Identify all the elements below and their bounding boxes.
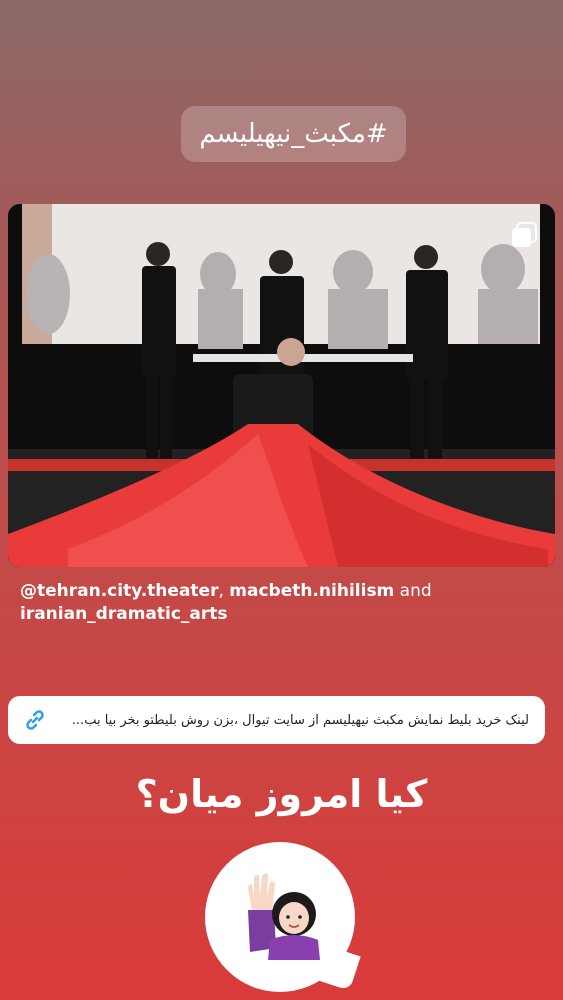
mention-iranian-dramatic-arts[interactable]: iranian_dramatic_arts <box>20 604 228 624</box>
stage-photo-illustration <box>8 204 555 567</box>
link-sticker-text: لینک خرید بلیط نمایش مکبث نیهیلیسم از سا… <box>71 712 529 728</box>
post-photo[interactable] <box>8 204 555 567</box>
mention-separator: , <box>218 581 230 601</box>
hashtag-text: #مکبث_نیهیلیسم <box>199 119 388 149</box>
multiple-posts-icon <box>512 222 537 247</box>
link-icon <box>26 710 44 730</box>
mention-macbeth-nihilism[interactable]: macbeth.nihilism <box>229 581 394 601</box>
hashtag-chip[interactable]: #مکبث_نیهیلیسم <box>181 106 406 162</box>
question-title: کیا امروز میان؟ <box>135 772 428 816</box>
post-mentions: @tehran.city.theater, macbeth.nihilism a… <box>20 580 540 626</box>
raising-hand-woman-emoji <box>248 873 320 960</box>
link-sticker[interactable]: لینک خرید بلیط نمایش مکبث نیهیلیسم از سا… <box>8 696 545 744</box>
mention-tehran-city-theater[interactable]: @tehran.city.theater <box>20 581 218 601</box>
mention-and: and <box>394 581 432 601</box>
